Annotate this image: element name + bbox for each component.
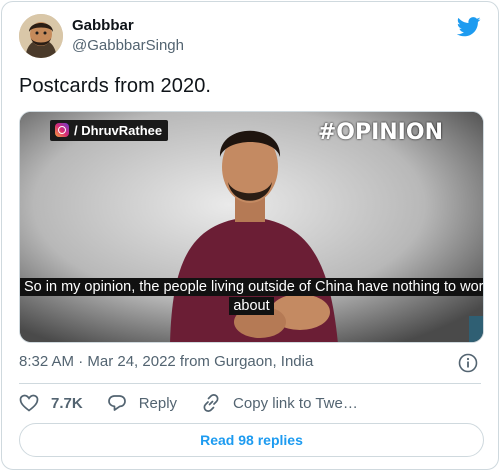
heart-icon — [19, 394, 39, 412]
tweet-header: Gabbbar @GabbbarSingh — [19, 14, 184, 58]
corner-logo-icon — [469, 316, 483, 342]
channel-tag-label: / DhruvRathee — [74, 123, 163, 138]
author-handle[interactable]: @GabbbarSingh — [72, 36, 184, 56]
tweet-actions: 7.7K Reply Copy link to Twe… — [19, 393, 382, 413]
tweet-media[interactable]: / DhruvRathee #OPINION So in my opinion,… — [19, 111, 484, 343]
author-display-name[interactable]: Gabbbar — [72, 16, 184, 36]
reply-label: Reply — [138, 394, 178, 412]
video-subtitle: So in my opinion, the people living outs… — [20, 278, 483, 316]
tweet-text: Postcards from 2020. — [19, 75, 212, 97]
divider — [19, 383, 481, 384]
instagram-icon — [55, 123, 69, 137]
reply-bubble-icon — [107, 395, 126, 411]
avatar[interactable] — [19, 14, 63, 58]
link-icon — [203, 394, 219, 412]
copy-link-label: Copy link to Twe… — [233, 394, 358, 412]
copy-link-button[interactable]: Copy link to Twe… — [201, 393, 358, 413]
like-count: 7.7K — [51, 394, 83, 412]
tweet-timestamp[interactable]: 8:32 AM · Mar 24, 2022 from Gurgaon, Ind… — [19, 353, 313, 370]
twitter-bird-icon[interactable] — [457, 17, 481, 37]
like-button[interactable]: 7.7K — [19, 393, 83, 413]
tweet-card: Gabbbar @GabbbarSingh Postcards from 202… — [1, 1, 499, 470]
subtitle-line-2: about — [229, 297, 274, 315]
avatar-illustration-icon — [19, 14, 63, 58]
reply-button[interactable]: Reply — [107, 393, 177, 413]
read-replies-button[interactable]: Read 98 replies — [19, 423, 484, 457]
author-names: Gabbbar @GabbbarSingh — [72, 16, 184, 56]
info-icon[interactable] — [458, 353, 478, 373]
opinion-tag: #OPINION — [317, 120, 443, 145]
subtitle-line-1: So in my opinion, the people living outs… — [20, 278, 483, 296]
channel-tag: / DhruvRathee — [50, 120, 169, 141]
